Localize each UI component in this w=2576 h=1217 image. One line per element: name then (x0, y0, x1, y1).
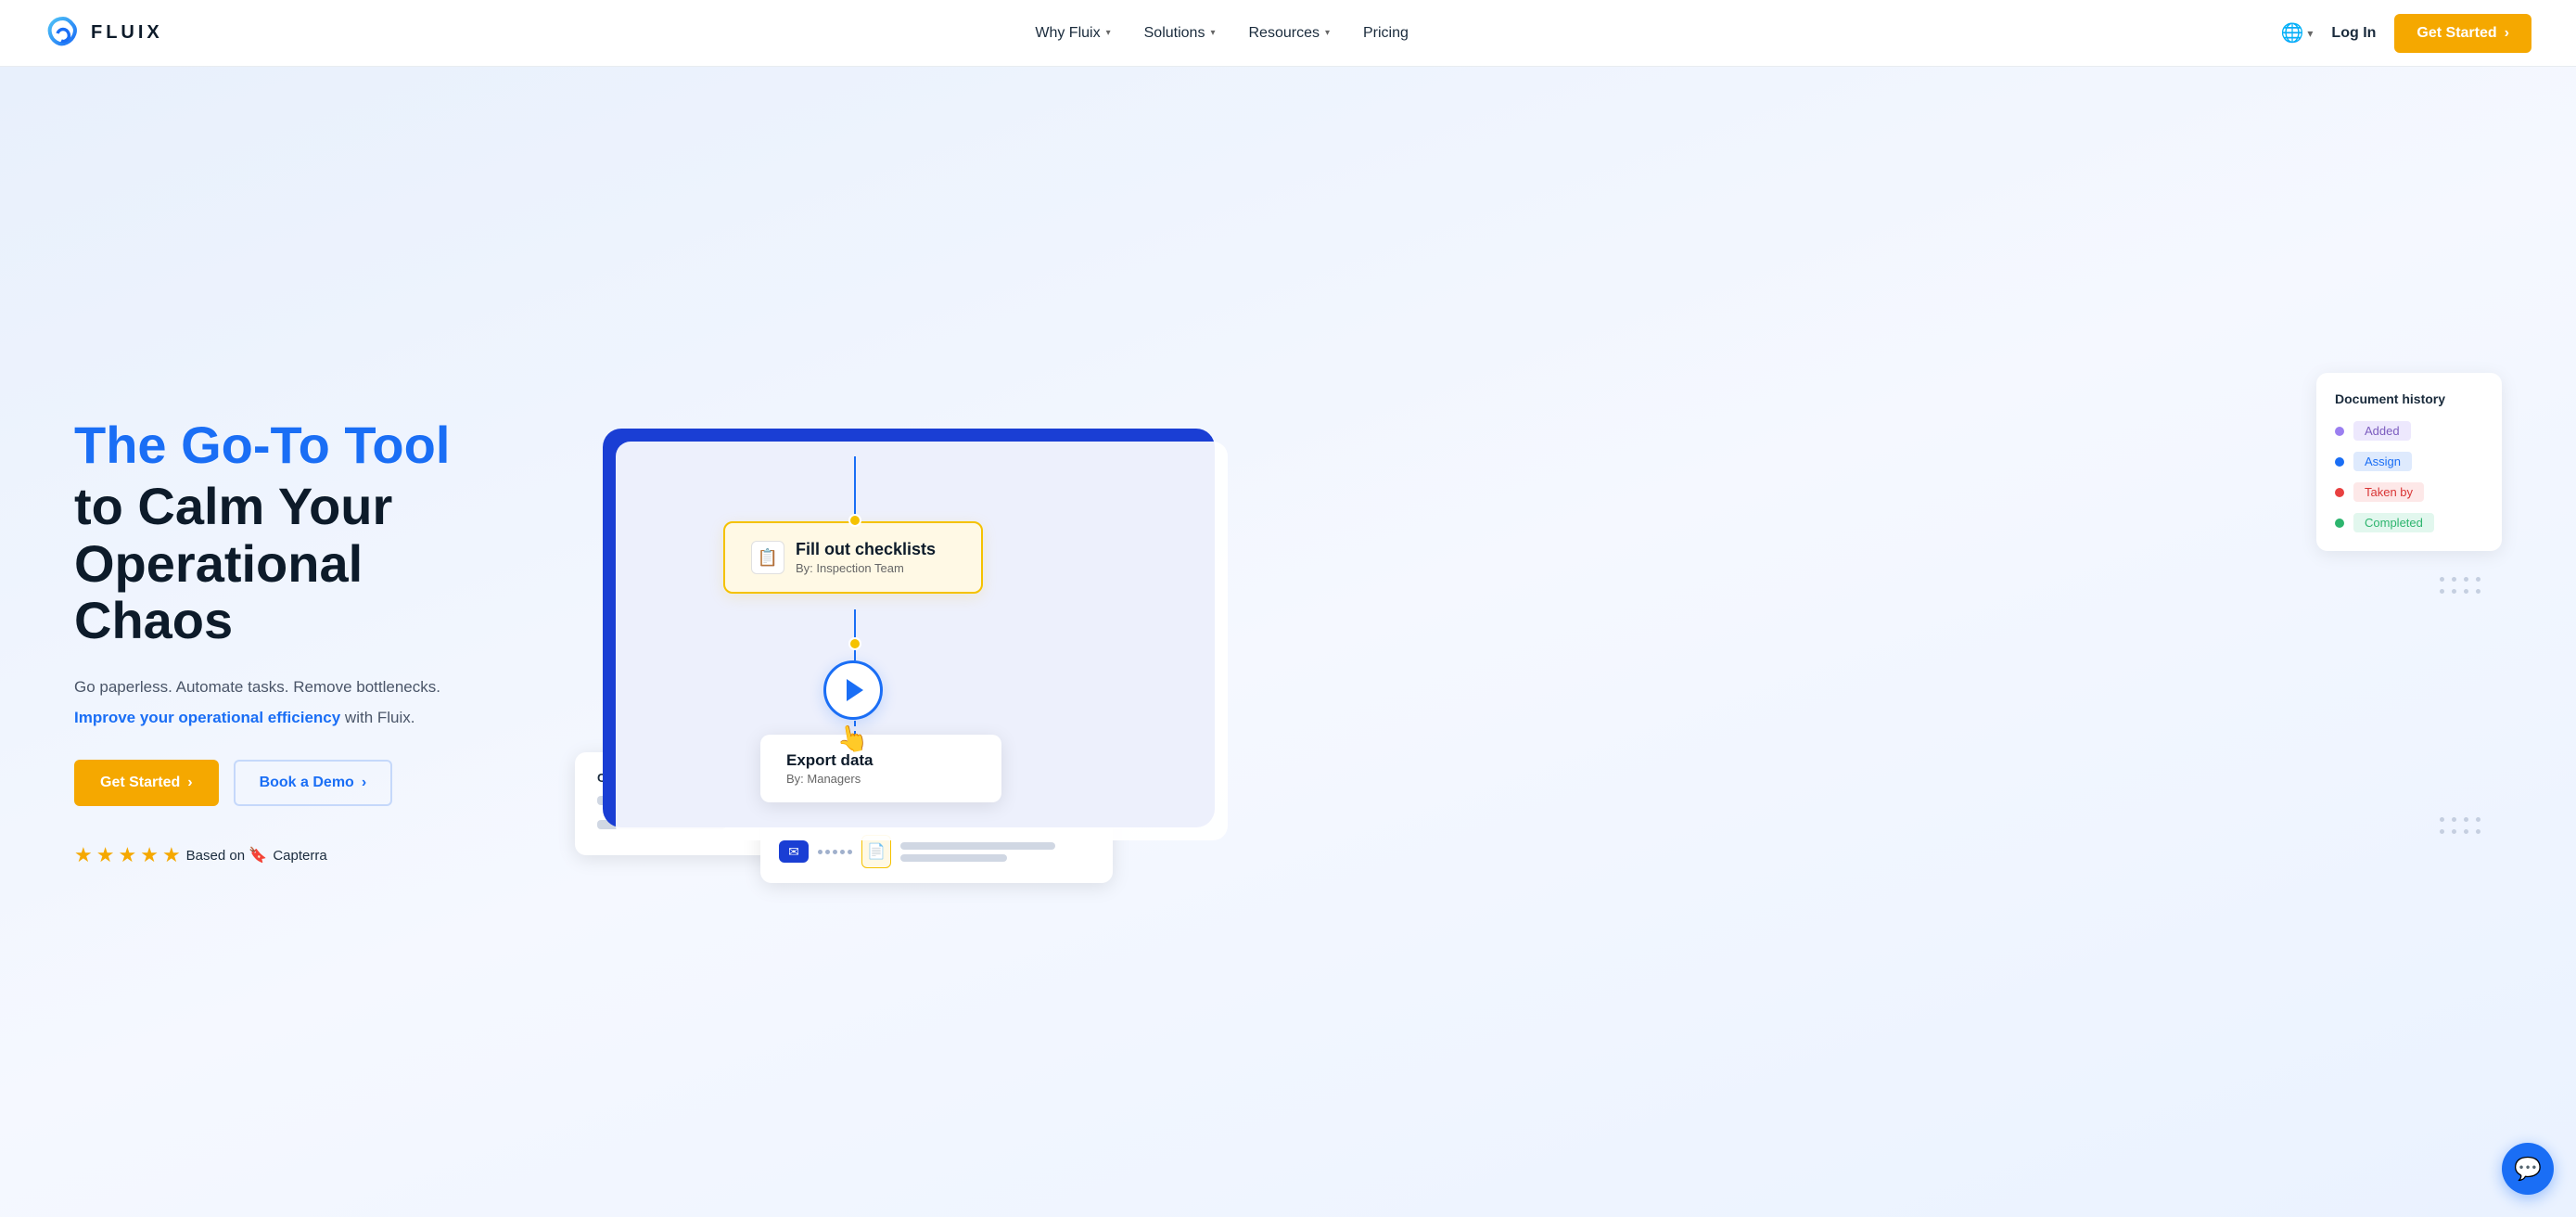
star-4: ★ (140, 843, 159, 867)
star-1: ★ (74, 843, 93, 867)
navbar: FLUIX Why Fluix ▾ Solutions ▾ Resources … (0, 0, 2576, 67)
nav-right: 🌐 ▾ Log In Get Started › (2280, 14, 2531, 53)
document-history-panel: Document history Added Assign Taken by C… (2316, 373, 2502, 551)
task-export-card: Export data By: Managers (760, 735, 1001, 802)
fluix-logo-icon (45, 15, 82, 52)
star-3: ★ (118, 843, 136, 867)
hero-link[interactable]: Improve your operational efficiency (74, 709, 340, 726)
history-badge-completed: Completed (2353, 513, 2434, 532)
email-icon: ✉ (779, 840, 809, 863)
chevron-down-icon: ▾ (1325, 28, 1330, 38)
export-task-title: Export data (786, 751, 874, 770)
history-item-added: Added (2335, 421, 2483, 441)
hero-buttons: Get Started › Book a Demo › (74, 760, 519, 806)
grid-dots-bottom-right (2440, 817, 2483, 837)
chevron-down-icon: ▾ (1210, 28, 1215, 38)
globe-icon[interactable]: 🌐 ▾ (2280, 21, 2313, 45)
task-subtitle: By: Inspection Team (796, 561, 936, 575)
chat-icon: 💬 (2514, 1156, 2542, 1183)
v-line-top (854, 456, 856, 514)
export-task-info: Export data By: Managers (786, 751, 874, 786)
chat-fab-button[interactable]: 💬 (2502, 1143, 2554, 1195)
history-item-completed: Completed (2335, 513, 2483, 532)
hero-title-dark: to Calm Your Operational Chaos (74, 478, 519, 649)
doc-history-title: Document history (2335, 391, 2483, 406)
export-task-subtitle: By: Managers (786, 772, 874, 786)
star-2: ★ (96, 843, 115, 867)
task-title: Fill out checklists (796, 540, 936, 559)
dot-purple-icon (2335, 427, 2344, 436)
star-rating: ★ ★ ★ ★ ★ (74, 843, 181, 867)
grid-dots-right (2440, 577, 2483, 596)
task-checklist-card: 📋 Fill out checklists By: Inspection Tea… (723, 521, 983, 594)
book-demo-button[interactable]: Book a Demo › (234, 760, 393, 806)
login-button[interactable]: Log In (2331, 25, 2376, 42)
play-triangle-icon (847, 679, 863, 701)
cursor-hand-icon: 👆 (834, 721, 871, 757)
inbox-text-line-2 (900, 854, 1007, 862)
hero-section: The Go-To Tool to Calm Your Operational … (0, 67, 2576, 1217)
task-header: 📋 Fill out checklists By: Inspection Tea… (751, 540, 955, 575)
hero-subtitle-2: Improve your operational efficiency with… (74, 706, 519, 730)
history-item-taken-by: Taken by (2335, 482, 2483, 502)
v-line-mid (854, 609, 856, 660)
logo[interactable]: FLUIX (45, 15, 163, 52)
history-badge-added: Added (2353, 421, 2411, 441)
doc-history-items: Added Assign Taken by Completed (2335, 421, 2483, 532)
logo-text: FLUIX (91, 22, 163, 44)
star-5: ★ (162, 843, 181, 867)
chevron-down-icon: ▾ (1106, 28, 1111, 38)
nav-resources[interactable]: Resources ▾ (1248, 25, 1330, 42)
hero-content: The Go-To Tool to Calm Your Operational … (74, 416, 519, 866)
nav-links: Why Fluix ▾ Solutions ▾ Resources ▾ Pric… (1035, 25, 1409, 42)
hero-title-blue: The Go-To Tool (74, 416, 519, 474)
get-started-button[interactable]: Get Started › (74, 760, 219, 806)
nav-why-fluix[interactable]: Why Fluix ▾ (1035, 25, 1110, 42)
chevron-down-icon: ▾ (2307, 27, 2313, 40)
connector-dot-top (848, 514, 861, 527)
connector-dot-bottom (848, 637, 861, 650)
history-badge-taken-by: Taken by (2353, 482, 2424, 502)
inbox-text-line-1 (900, 842, 1055, 850)
export-task-header: Export data By: Managers (786, 751, 976, 786)
hero-subtitle-1: Go paperless. Automate tasks. Remove bot… (74, 675, 519, 699)
nav-pricing[interactable]: Pricing (1363, 25, 1409, 42)
dot-blue-icon (2335, 457, 2344, 467)
hero-illustration: Document history Added Assign Taken by C… (575, 373, 2502, 911)
dot-green-icon (2335, 519, 2344, 528)
task-info: Fill out checklists By: Inspection Team (796, 540, 936, 575)
nav-solutions[interactable]: Solutions ▾ (1144, 25, 1216, 42)
dot-red-icon (2335, 488, 2344, 497)
history-item-assign: Assign (2335, 452, 2483, 471)
rating-text: Based on 🔖 Capterra (186, 846, 327, 865)
arrow-dots (818, 850, 852, 854)
history-badge-assign: Assign (2353, 452, 2412, 471)
inbox-text-lines (900, 842, 1094, 862)
nav-get-started-button[interactable]: Get Started › (2394, 14, 2531, 53)
capterra-icon: 🔖 (249, 848, 267, 864)
play-button[interactable] (823, 660, 883, 720)
checklist-icon: 📋 (751, 541, 784, 574)
hero-rating: ★ ★ ★ ★ ★ Based on 🔖 Capterra (74, 843, 519, 867)
